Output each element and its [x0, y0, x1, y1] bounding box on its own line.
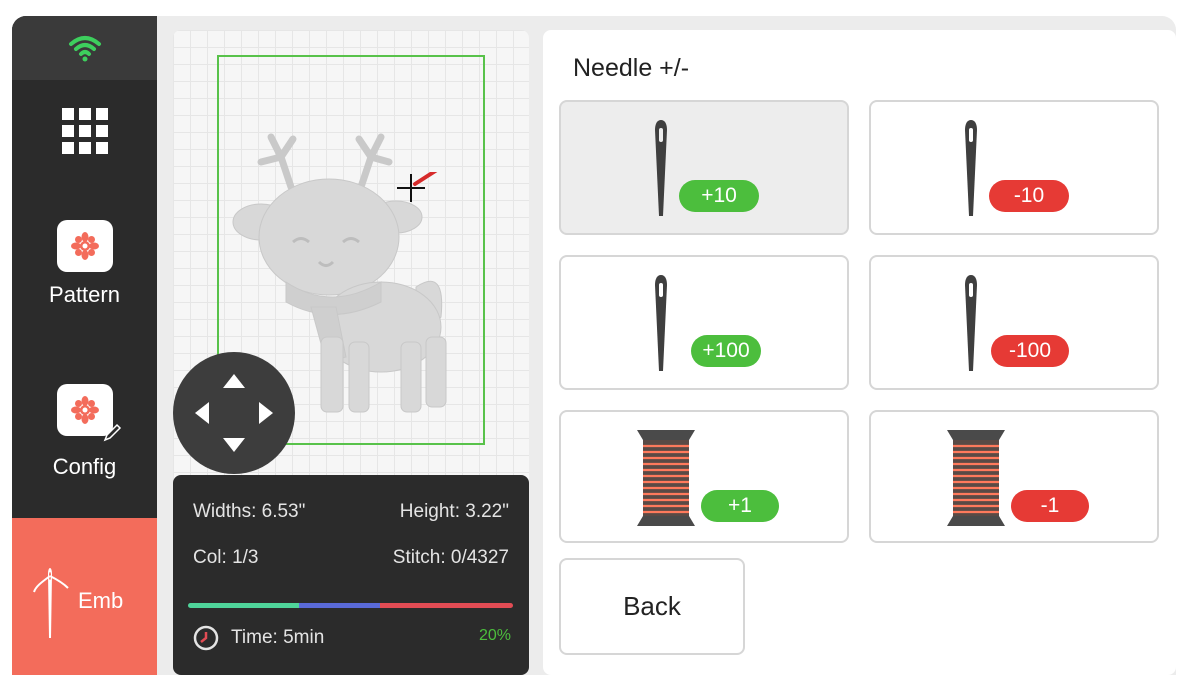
needle-minus-10-button[interactable]: -10 [869, 100, 1159, 235]
needle-icon [655, 275, 667, 371]
config-icon [56, 384, 121, 442]
arrow-left-icon[interactable] [195, 402, 209, 424]
arrow-down-icon[interactable] [223, 438, 245, 452]
arrow-up-icon[interactable] [223, 374, 245, 388]
stitch-readout: Stitch: 0/4327 [392, 547, 509, 568]
stitch-info-box: Widths: 6.53" Height: 3.22" Col: 1/3 Sti… [173, 475, 529, 675]
needle-minus-10-label: -10 [989, 180, 1069, 212]
sidebar-item-config[interactable]: Config [12, 384, 157, 480]
needle-plus-10-button[interactable]: +10 [559, 100, 849, 235]
progress-fill [188, 603, 299, 608]
needle-plus-10-label: +10 [679, 180, 759, 212]
app-frame: Pattern Config Emb Widths: 6.53" Height:… [12, 16, 1176, 675]
apps-button[interactable] [12, 108, 157, 154]
thread-plus-1-button[interactable]: +1 [559, 410, 849, 543]
panel-title: Needle +/- [573, 54, 690, 82]
thread-minus-1-label: -1 [1011, 490, 1089, 522]
sidebar-item-emb[interactable]: Emb [12, 518, 157, 675]
thread-plus-1-label: +1 [701, 490, 779, 522]
needle-icon [965, 120, 977, 216]
thread-spool-icon [637, 430, 695, 526]
needle-minus-100-button[interactable]: -100 [869, 255, 1159, 390]
clock-icon [193, 625, 219, 651]
thread-spool-icon [947, 430, 1005, 526]
color-readout: Col: 1/3 [193, 547, 259, 568]
time-readout: Time: 5min [231, 627, 325, 648]
config-label: Config [52, 454, 117, 479]
width-readout: Widths: 6.53" [193, 501, 306, 522]
needle-plus-100-label: +100 [691, 335, 761, 367]
sidebar-item-pattern[interactable]: Pattern [12, 220, 157, 308]
progress-bar [188, 603, 513, 608]
needle-plus-100-button[interactable]: +100 [559, 255, 849, 390]
back-button[interactable]: Back [559, 558, 745, 655]
needle-panel: Needle +/- +10 -10 +100 -100 +1 -1 Back [543, 30, 1176, 675]
progress-percent: 20% [478, 627, 511, 644]
apps-grid-icon [61, 108, 108, 154]
embroidery-preview: Widths: 6.53" Height: 3.22" Col: 1/3 Sti… [173, 30, 529, 675]
needle-position-crosshair-icon [397, 172, 438, 202]
wifi-icon [68, 36, 101, 62]
pencil-icon [103, 423, 121, 442]
thread-minus-1-button[interactable]: -1 [869, 410, 1159, 543]
pattern-icon [56, 220, 113, 272]
needle-icon [965, 275, 977, 371]
arrow-right-icon[interactable] [259, 402, 273, 424]
needle-minus-100-label: -100 [991, 335, 1069, 367]
emb-label: Emb [78, 588, 124, 613]
pattern-label: Pattern [49, 282, 120, 307]
sidebar: Pattern Config Emb [12, 16, 157, 675]
direction-pad[interactable] [173, 352, 295, 474]
needle-icon [655, 120, 667, 216]
needle-thread-icon [33, 568, 69, 638]
wifi-status [12, 16, 157, 80]
height-readout: Height: 3.22" [399, 501, 509, 522]
